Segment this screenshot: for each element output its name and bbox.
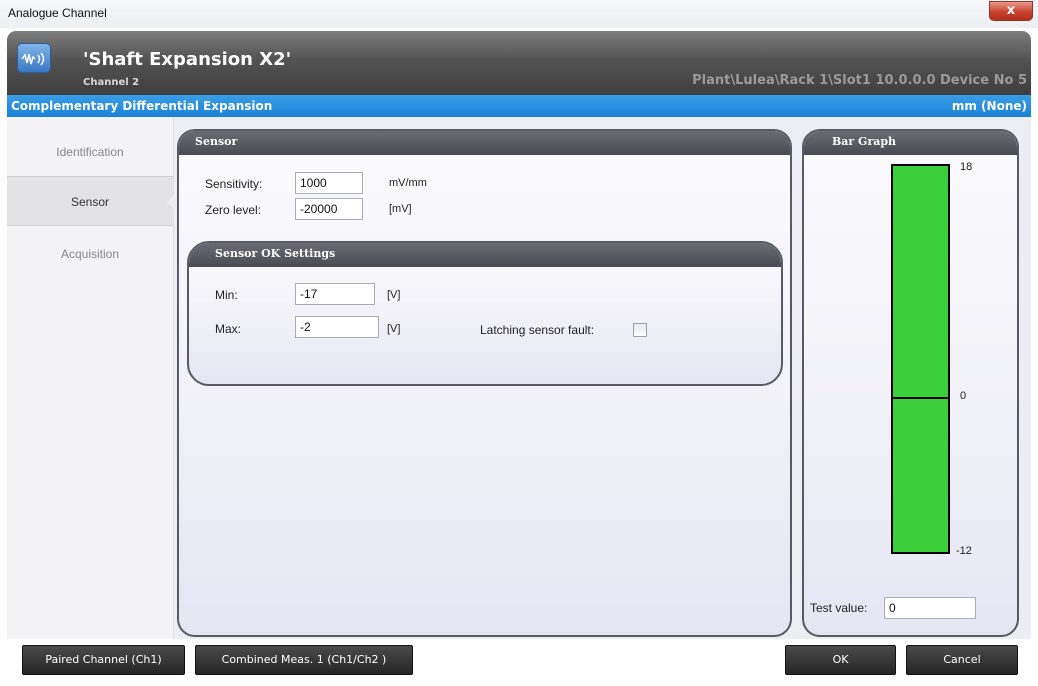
selected-arrow-icon — [167, 195, 174, 209]
bar-graph-panel: Bar Graph 18 0 -12 Test value: — [802, 129, 1019, 637]
sensor-panel-title: Sensor — [179, 131, 790, 155]
bar-graph-bar — [891, 164, 950, 554]
latching-sensor-fault-checkbox[interactable] — [633, 323, 647, 337]
channel-subtitle: Channel 2 — [83, 77, 140, 88]
min-input[interactable] — [295, 283, 375, 305]
sensitivity-label: Sensitivity: — [205, 177, 263, 191]
window-title: Analogue Channel — [8, 6, 107, 20]
sensor-ok-settings-panel: Sensor OK Settings Min: [V] Max: [V] Lat… — [187, 241, 783, 386]
nav-item-label: Sensor — [70, 195, 110, 209]
sensor-panel: Sensor Sensitivity: mV/mm Zero level: [m… — [177, 129, 792, 637]
channel-header: 'Shaft Expansion X2' Channel 2 Plant\Lul… — [7, 31, 1031, 95]
measurement-type: Complementary Differential Expansion — [11, 99, 273, 113]
bar-max-label: 18 — [960, 161, 973, 173]
sensor-ok-settings-title: Sensor OK Settings — [189, 243, 781, 267]
settings-nav: Identification Sensor Acquisition — [7, 117, 174, 639]
zero-level-label: Zero level: — [205, 203, 262, 217]
bar-min-label: -12 — [956, 545, 972, 557]
device-path: Plant\Lulea\Rack 1\Slot1 10.0.0.0 Device… — [692, 73, 1027, 88]
bar-graph-title: Bar Graph — [804, 131, 1017, 155]
combined-meas-button[interactable]: Combined Meas. 1 (Ch1/Ch2 ) — [195, 645, 413, 675]
nav-item-sensor[interactable]: Sensor — [7, 176, 174, 226]
max-label: Max: — [215, 322, 242, 336]
latching-sensor-fault-label: Latching sensor fault: — [480, 323, 595, 337]
cancel-button[interactable]: Cancel — [906, 645, 1018, 675]
sensitivity-input[interactable] — [295, 172, 363, 194]
ok-button[interactable]: OK — [785, 645, 896, 675]
channel-title: 'Shaft Expansion X2' — [83, 49, 292, 70]
test-value-input[interactable] — [884, 597, 976, 619]
sensitivity-unit: mV/mm — [389, 177, 427, 189]
paired-channel-button[interactable]: Paired Channel (Ch1) — [22, 645, 185, 675]
close-icon: x — [1006, 3, 1016, 18]
close-button[interactable]: x — [989, 1, 1033, 21]
window-titlebar: Analogue Channel x — [0, 0, 1038, 28]
measurement-type-bar: Complementary Differential Expansion mm … — [7, 95, 1031, 117]
bar-zero-line — [891, 397, 950, 399]
nav-item-acquisition[interactable]: Acquisition — [7, 229, 173, 279]
min-unit: [V] — [387, 289, 401, 301]
waveform-icon — [17, 43, 51, 73]
bar-zero-label: 0 — [960, 390, 967, 402]
test-value-label: Test value: — [810, 601, 868, 615]
zero-level-unit: [mV] — [389, 203, 412, 215]
zero-level-input[interactable] — [295, 198, 363, 220]
min-label: Min: — [215, 288, 238, 302]
nav-item-identification[interactable]: Identification — [7, 127, 173, 177]
nav-item-label: Identification — [56, 145, 124, 159]
measurement-unit: mm (None) — [951, 99, 1027, 113]
max-input[interactable] — [295, 316, 379, 338]
content-area: Identification Sensor Acquisition Sensor… — [7, 117, 1031, 639]
nav-item-label: Acquisition — [60, 247, 120, 261]
max-unit: [V] — [387, 323, 401, 335]
